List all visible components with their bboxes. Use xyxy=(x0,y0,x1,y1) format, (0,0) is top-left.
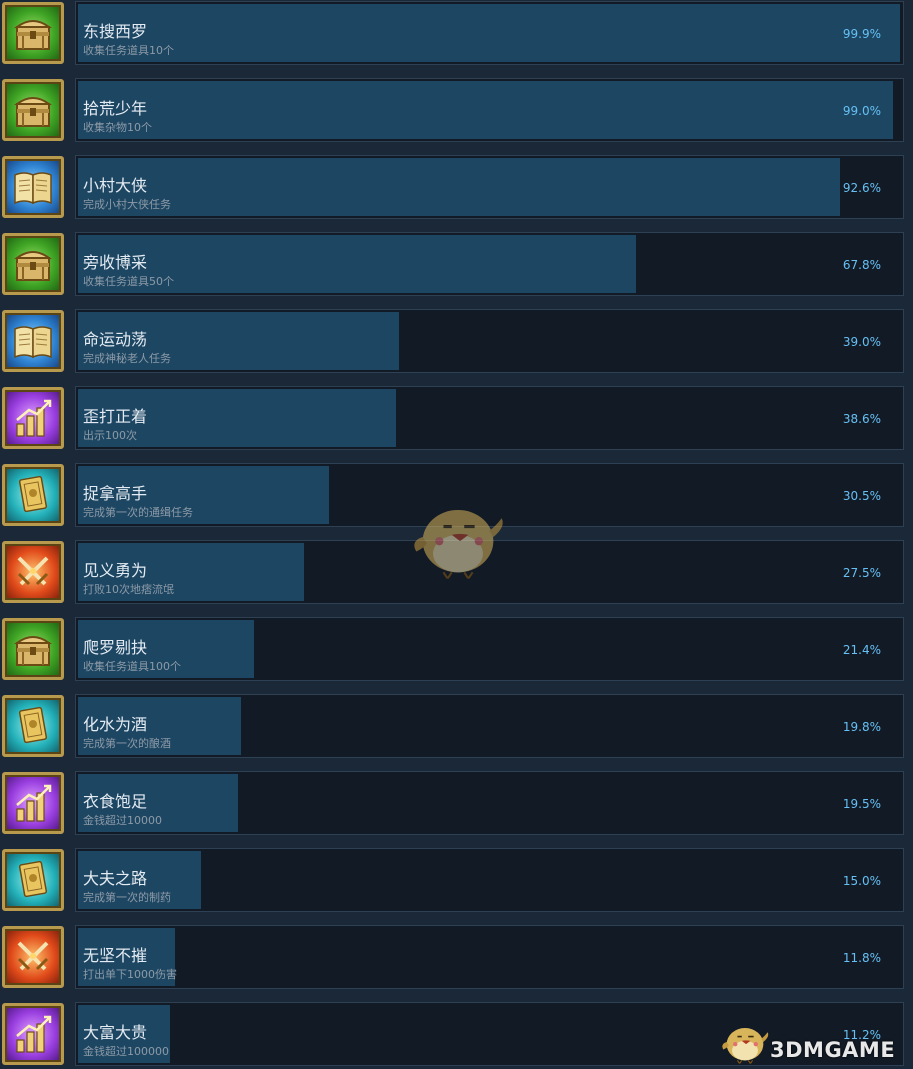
achievement-panel: 爬罗剔抉收集任务道具100个 21.4% xyxy=(75,617,904,681)
achievement-percent: 30.5% xyxy=(842,489,881,503)
achievement-title: 旁收博采 xyxy=(83,253,148,272)
achievement-row[interactable]: 大夫之路完成第一次的制药 15.0% xyxy=(0,848,913,912)
crossed-swords-icon xyxy=(2,926,64,988)
achievement-description: 收集任务道具10个 xyxy=(83,44,174,57)
achievement-percent: 27.5% xyxy=(842,566,881,580)
achievement-panel: 化水为酒完成第一次的酿酒 19.8% xyxy=(75,694,904,758)
achievement-row[interactable]: 衣食饱足金钱超过10000 19.5% xyxy=(0,771,913,835)
achievement-title: 爬罗剔抉 xyxy=(83,638,148,657)
achievement-title: 捉拿高手 xyxy=(83,484,148,503)
achievement-description: 完成小村大侠任务 xyxy=(83,198,171,211)
achievement-row[interactable]: 无坚不摧打出单下1000伤害 11.8% xyxy=(0,925,913,989)
achievement-percent: 21.4% xyxy=(842,643,881,657)
achievement-panel: 大夫之路完成第一次的制药 15.0% xyxy=(75,848,904,912)
open-book-icon xyxy=(2,310,64,372)
achievement-description: 收集任务道具50个 xyxy=(83,275,174,288)
achievement-description: 打败10次地痞流氓 xyxy=(83,583,174,596)
crossed-swords-icon xyxy=(2,541,64,603)
achievement-row[interactable]: 拾荒少年收集杂物10个 99.0% xyxy=(0,78,913,142)
growth-bars-icon xyxy=(2,772,64,834)
achievement-percent: 99.0% xyxy=(842,104,881,118)
growth-bars-icon xyxy=(2,1003,64,1065)
achievement-panel: 小村大侠完成小村大侠任务 92.6% xyxy=(75,155,904,219)
achievement-title: 衣食饱足 xyxy=(83,792,148,811)
treasure-chest-icon xyxy=(2,618,64,680)
achievement-percent: 19.8% xyxy=(842,720,881,734)
achievement-percent: 67.8% xyxy=(842,258,881,272)
achievement-description: 出示100次 xyxy=(83,429,137,442)
achievement-title: 见义勇为 xyxy=(83,561,148,580)
treasure-chest-icon xyxy=(2,233,64,295)
achievement-panel: 无坚不摧打出单下1000伤害 11.8% xyxy=(75,925,904,989)
achievement-panel: 歪打正着出示100次 38.6% xyxy=(75,386,904,450)
achievement-row[interactable]: 旁收博采收集任务道具50个 67.8% xyxy=(0,232,913,296)
achievement-row[interactable]: 小村大侠完成小村大侠任务 92.6% xyxy=(0,155,913,219)
treasure-chest-icon xyxy=(2,79,64,141)
achievement-title: 小村大侠 xyxy=(83,176,148,195)
achievement-panel: 衣食饱足金钱超过10000 19.5% xyxy=(75,771,904,835)
achievement-title: 命运动荡 xyxy=(83,330,148,349)
achievement-description: 金钱超过100000 xyxy=(83,1045,169,1058)
achievement-panel: 命运动荡完成神秘老人任务 39.0% xyxy=(75,309,904,373)
bird-mascot-icon xyxy=(718,1019,772,1065)
achievement-percent: 15.0% xyxy=(842,874,881,888)
achievement-description: 收集杂物10个 xyxy=(83,121,152,134)
progress-bar xyxy=(78,81,893,139)
achievement-panel: 拾荒少年收集杂物10个 99.0% xyxy=(75,78,904,142)
achievement-description: 金钱超过10000 xyxy=(83,814,162,827)
treasure-chest-icon xyxy=(2,2,64,64)
achievement-row[interactable]: 歪打正着出示100次 38.6% xyxy=(0,386,913,450)
achievement-description: 完成第一次的通缉任务 xyxy=(83,506,193,519)
watermark-text: 3DMGAME xyxy=(770,1038,896,1062)
achievement-percent: 99.9% xyxy=(842,27,881,41)
progress-bar xyxy=(78,158,840,216)
achievement-description: 完成第一次的酿酒 xyxy=(83,737,171,750)
growth-bars-icon xyxy=(2,387,64,449)
achievement-percent: 38.6% xyxy=(842,412,881,426)
achievement-title: 拾荒少年 xyxy=(83,99,148,118)
achievement-row[interactable]: 东搜西罗收集任务道具10个 99.9% xyxy=(0,1,913,65)
progress-bar xyxy=(78,4,900,62)
achievement-percent: 92.6% xyxy=(842,181,881,195)
achievement-description: 完成第一次的制药 xyxy=(83,891,171,904)
golden-card-icon xyxy=(2,849,64,911)
achievement-title: 无坚不摧 xyxy=(83,946,148,965)
achievement-panel: 旁收博采收集任务道具50个 67.8% xyxy=(75,232,904,296)
achievement-description: 完成神秘老人任务 xyxy=(83,352,171,365)
achievement-row[interactable]: 化水为酒完成第一次的酿酒 19.8% xyxy=(0,694,913,758)
achievement-row[interactable]: 命运动荡完成神秘老人任务 39.0% xyxy=(0,309,913,373)
golden-card-icon xyxy=(2,695,64,757)
bird-mascot-icon xyxy=(406,495,510,579)
achievement-percent: 39.0% xyxy=(842,335,881,349)
achievement-row[interactable]: 爬罗剔抉收集任务道具100个 21.4% xyxy=(0,617,913,681)
achievement-percent: 19.5% xyxy=(842,797,881,811)
watermark: 3DMGAME xyxy=(718,1019,908,1067)
achievement-title: 东搜西罗 xyxy=(83,22,148,41)
achievement-title: 歪打正着 xyxy=(83,407,148,426)
open-book-icon xyxy=(2,156,64,218)
achievement-description: 打出单下1000伤害 xyxy=(83,968,177,981)
golden-card-icon xyxy=(2,464,64,526)
achievement-title: 大富大贵 xyxy=(83,1023,148,1042)
achievement-title: 大夫之路 xyxy=(83,869,148,888)
achievement-title: 化水为酒 xyxy=(83,715,148,734)
achievement-panel: 东搜西罗收集任务道具10个 99.9% xyxy=(75,1,904,65)
achievement-description: 收集任务道具100个 xyxy=(83,660,181,673)
achievement-percent: 11.8% xyxy=(842,951,881,965)
